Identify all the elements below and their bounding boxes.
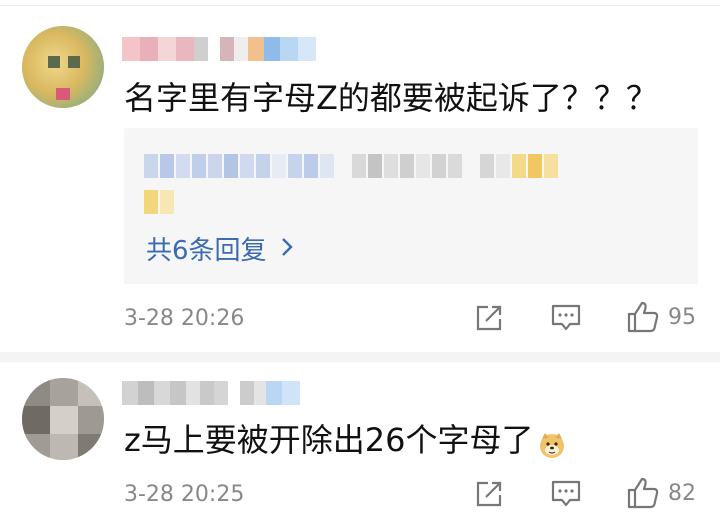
avatar[interactable] <box>22 26 104 108</box>
avatar[interactable] <box>22 378 104 460</box>
comment-item: 名字里有字母Z的都要被起诉了？？？ 共6条回复 3-28 20:26 95 <box>0 0 720 352</box>
share-icon <box>476 481 502 507</box>
view-replies-link[interactable]: 共6条回复 <box>146 230 293 267</box>
doge-emoji-icon <box>538 428 566 458</box>
comment-time: 3-28 20:25 <box>124 482 245 507</box>
share-button[interactable] <box>474 479 504 509</box>
like-count: 95 <box>668 304 696 330</box>
separator <box>0 352 720 362</box>
comment-icon <box>551 304 581 331</box>
comment-item: z马上要被开除出26个字母了 3-28 20:25 82 <box>0 352 720 519</box>
comment-button[interactable] <box>550 303 582 333</box>
comment-text-content: z马上要被开除出26个字母了 <box>124 421 534 459</box>
chevron-right-icon <box>281 234 293 264</box>
thumbs-up-icon <box>627 477 659 509</box>
replies-preview[interactable]: 共6条回复 <box>124 128 698 284</box>
username-blurred[interactable] <box>122 378 300 408</box>
reply-preview-blurred-2 <box>144 190 174 214</box>
comment-icon <box>551 480 581 507</box>
reply-count-label: 共6条回复 <box>146 236 267 266</box>
share-icon <box>476 305 502 331</box>
thumbs-up-icon <box>627 301 659 333</box>
reply-preview-blurred <box>144 154 558 178</box>
like-button[interactable]: 82 <box>626 476 696 510</box>
comment-button[interactable] <box>550 479 582 509</box>
like-button[interactable]: 95 <box>626 300 696 334</box>
comment-text: 名字里有字母Z的都要被起诉了？？？ <box>124 79 658 117</box>
comment-time: 3-28 20:26 <box>124 306 245 331</box>
like-count: 82 <box>668 480 696 506</box>
username-blurred[interactable] <box>122 34 316 64</box>
comment-text: z马上要被开除出26个字母了 <box>124 420 566 460</box>
share-button[interactable] <box>474 303 504 333</box>
